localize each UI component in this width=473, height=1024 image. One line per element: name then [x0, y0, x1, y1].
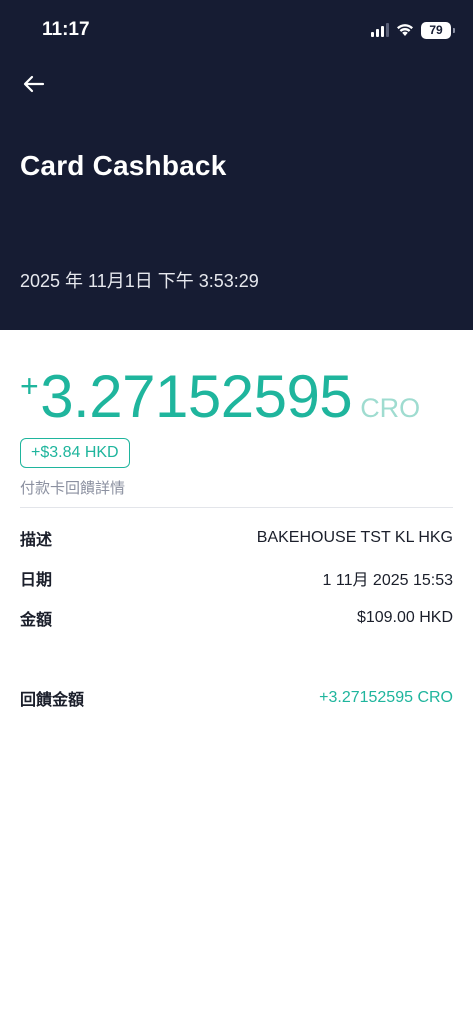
wifi-icon: [397, 24, 413, 36]
back-button[interactable]: [18, 70, 50, 98]
reward-value: +3.27152595 CRO: [319, 689, 453, 706]
detail-label: 日期: [20, 572, 53, 589]
transaction-datetime: 2025 年 11月1日 下午 3:53:29: [20, 271, 259, 291]
divider: [20, 507, 453, 508]
battery-icon: 79: [421, 21, 455, 39]
details-subtitle: 付款卡回饋詳情: [20, 480, 126, 497]
fiat-value-badge: +$3.84 HKD: [20, 438, 130, 468]
detail-row-amount: 金額 $109.00 HKD: [20, 606, 453, 630]
reward-row: 回饋金額 +3.27152595 CRO: [20, 686, 453, 710]
amount-number: 3.27152595: [40, 363, 353, 430]
amount-unit: CRO: [360, 393, 421, 423]
status-time: 11:17: [42, 19, 90, 40]
detail-value: 1 11月 2025 15:53: [322, 572, 453, 589]
detail-label: 金額: [20, 612, 53, 629]
arrow-left-icon: [23, 75, 45, 93]
detail-label: 描述: [20, 532, 53, 549]
detail-value: BAKEHOUSE TST KL HKG: [256, 529, 453, 546]
amount-value: +3.27152595: [20, 362, 353, 431]
detail-row-date: 日期 1 11月 2025 15:53: [20, 566, 453, 590]
detail-value: $109.00 HKD: [356, 609, 453, 626]
status-bar: 11:17 79: [0, 0, 473, 60]
header: 11:17 79 Card Cashback 2025 年 11月1日 下午 3…: [0, 0, 473, 330]
plus-sign: +: [20, 368, 39, 404]
cellular-signal-icon: [371, 23, 389, 37]
page-title: Card Cashback: [20, 150, 227, 181]
detail-row-description: 描述 BAKEHOUSE TST KL HKG: [20, 526, 453, 550]
status-icons: 79: [371, 20, 455, 40]
cashback-amount: +3.27152595 CRO: [20, 362, 420, 431]
reward-label: 回饋金額: [20, 692, 85, 709]
